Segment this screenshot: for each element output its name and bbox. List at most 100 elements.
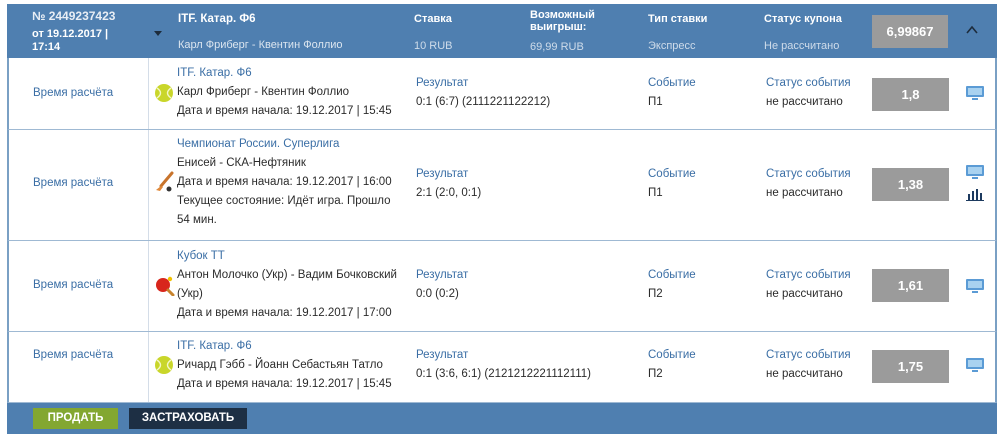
odds-badge: 1,61: [872, 269, 949, 302]
stake-column: Ставка 10 RUB: [414, 13, 453, 52]
tennis-ball-icon: [155, 84, 173, 102]
event-block: Событие П1: [648, 74, 696, 112]
result-block: Результат 0:1 (3:6, 6:1) (21212122211121…: [416, 346, 591, 384]
hockey-stick-icon: [156, 171, 174, 192]
possible-win-label: Возможный выигрыш:: [530, 9, 595, 33]
result-value: 2:1 (2:0, 0:1): [416, 187, 482, 199]
bet-row: Время расчёта ITF. Катар. Ф6 Карл Фрибер…: [7, 58, 997, 130]
result-block: Результат 0:1 (6:7) (2111221122212): [416, 74, 550, 112]
event-line: Енисей - СКА-Нефтяник: [177, 157, 306, 169]
result-value: 0:0 (0:2): [416, 288, 459, 300]
result-label: Результат: [416, 269, 469, 281]
event-status-block: Статус события не рассчитано: [766, 266, 851, 304]
bet-row: Время расчёта ITF. Катар. Ф6 Ричард Гэбб…: [7, 332, 997, 403]
event-value: П2: [648, 288, 663, 300]
result-value: 0:1 (6:7) (2111221122212): [416, 96, 551, 108]
event-block: Событие П2: [648, 346, 696, 384]
odds-badge: 1,8: [872, 78, 949, 111]
row-divider: [148, 58, 149, 129]
event-label: Событие: [648, 269, 696, 281]
coupon-status-column: Статус купона Не рассчитано: [764, 13, 842, 52]
coupon-title: ITF. Катар. Ф6: [178, 13, 256, 25]
event-status-label: Статус события: [766, 269, 851, 281]
tv-broadcast-icon[interactable]: [965, 85, 985, 101]
event-info: Кубок ТТ Антон Молочко (Укр) - Вадим Боч…: [177, 247, 399, 323]
event-line: Антон Молочко (Укр) - Вадим Бочковский: [177, 269, 397, 281]
tv-broadcast-icon[interactable]: [965, 357, 985, 373]
event-block: Событие П1: [648, 165, 696, 203]
coupon-teams: Карл Фриберг - Квентин Фоллио: [178, 39, 343, 51]
event-status-label: Статус события: [766, 168, 851, 180]
event-line: Ричард Гэбб - Йоанн Себастьян Татло: [177, 359, 383, 371]
event-status-label: Статус события: [766, 349, 851, 361]
tv-broadcast-icon[interactable]: [965, 278, 985, 294]
event-status-value: не рассчитано: [766, 187, 843, 199]
row-divider: [148, 241, 149, 331]
possible-win-column: Возможный выигрыш: 69,99 RUB: [530, 9, 620, 53]
event-info: ITF. Катар. Ф6 Карл Фриберг - Квентин Фо…: [177, 64, 399, 121]
tennis-ball-icon: [155, 356, 173, 374]
league-name: ITF. Катар. Ф6: [177, 340, 252, 352]
chevron-up-icon[interactable]: [966, 24, 978, 36]
tv-broadcast-icon[interactable]: [965, 164, 985, 180]
result-label: Результат: [416, 77, 469, 89]
coupon-status-value: Не рассчитано: [764, 40, 840, 52]
odds-badge: 1,75: [872, 350, 949, 383]
result-label: Результат: [416, 168, 469, 180]
event-line: Текущее состояние: Идёт игра. Прошло: [177, 195, 391, 207]
coupon-status-label: Статус купона: [764, 13, 842, 25]
event-value: П1: [648, 96, 663, 108]
calc-time-label: Время расчёта: [33, 279, 114, 291]
sell-button[interactable]: ПРОДАТЬ: [33, 408, 118, 429]
result-block: Результат 2:1 (2:0, 0:1): [416, 165, 481, 203]
row-divider: [148, 332, 149, 402]
event-status-value: не рассчитано: [766, 368, 843, 380]
event-info: Чемпионат России. Суперлига Енисей - СКА…: [177, 135, 399, 230]
event-block: Событие П2: [648, 266, 696, 304]
coupon-header[interactable]: № 2449237423 от 19.12.2017 | 17:14 ITF. …: [7, 4, 997, 58]
bet-row: Время расчёта Чемпионат России. Суперлиг…: [7, 130, 997, 241]
event-value: П1: [648, 187, 663, 199]
odds-badge: 1,38: [872, 168, 949, 201]
event-info: ITF. Катар. Ф6 Ричард Гэбб - Йоанн Себас…: [177, 337, 399, 394]
event-line: (Укр): [177, 288, 203, 300]
result-block: Результат 0:0 (0:2): [416, 266, 468, 304]
event-status-value: не рассчитано: [766, 96, 843, 108]
bet-type-label: Тип ставки: [648, 13, 708, 25]
bet-type-column: Тип ставки Экспресс: [648, 13, 708, 52]
league-name: ITF. Катар. Ф6: [177, 67, 252, 79]
event-label: Событие: [648, 349, 696, 361]
event-value: П2: [648, 368, 663, 380]
event-line: Карл Фриберг - Квентин Фоллио: [177, 86, 350, 98]
statistics-chart-icon[interactable]: [966, 187, 984, 201]
table-tennis-icon: [156, 276, 175, 296]
league-name: Чемпионат России. Суперлига: [177, 138, 340, 150]
row-divider: [148, 130, 149, 240]
coupon-id: № 2449237423: [32, 9, 116, 23]
event-status-block: Статус события не рассчитано: [766, 346, 851, 384]
event-status-block: Статус события не рассчитано: [766, 165, 851, 203]
result-label: Результат: [416, 349, 469, 361]
event-line: 54 мин.: [177, 214, 217, 226]
event-status-label: Статус события: [766, 77, 851, 89]
calc-time-label: Время расчёта: [33, 87, 114, 99]
event-line: Дата и время начала: 19.12.2017 | 16:00: [177, 176, 392, 188]
stake-value: 10 RUB: [414, 40, 453, 52]
calc-time-label: Время расчёта: [33, 349, 114, 361]
dropdown-caret-icon[interactable]: [154, 31, 162, 36]
event-status-block: Статус события не рассчитано: [766, 74, 851, 112]
league-name: Кубок ТТ: [177, 250, 225, 262]
stake-label: Ставка: [414, 13, 452, 25]
bet-coupon: № 2449237423 от 19.12.2017 | 17:14 ITF. …: [7, 4, 997, 434]
coupon-footer: ПРОДАТЬ ЗАСТРАХОВАТЬ: [7, 403, 997, 434]
event-line: Дата и время начала: 19.12.2017 | 15:45: [177, 378, 392, 390]
calc-time-label: Время расчёта: [33, 177, 114, 189]
event-label: Событие: [648, 168, 696, 180]
possible-win-value: 69,99 RUB: [530, 41, 584, 53]
event-line: Дата и время начала: 19.12.2017 | 15:45: [177, 105, 392, 117]
event-line: Дата и время начала: 19.12.2017 | 17:00: [177, 307, 392, 319]
insure-button[interactable]: ЗАСТРАХОВАТЬ: [129, 408, 247, 429]
coupon-date: от 19.12.2017 | 17:14: [32, 28, 109, 53]
bet-type-value: Экспресс: [648, 40, 696, 52]
total-odds-badge: 6,99867: [872, 15, 948, 48]
